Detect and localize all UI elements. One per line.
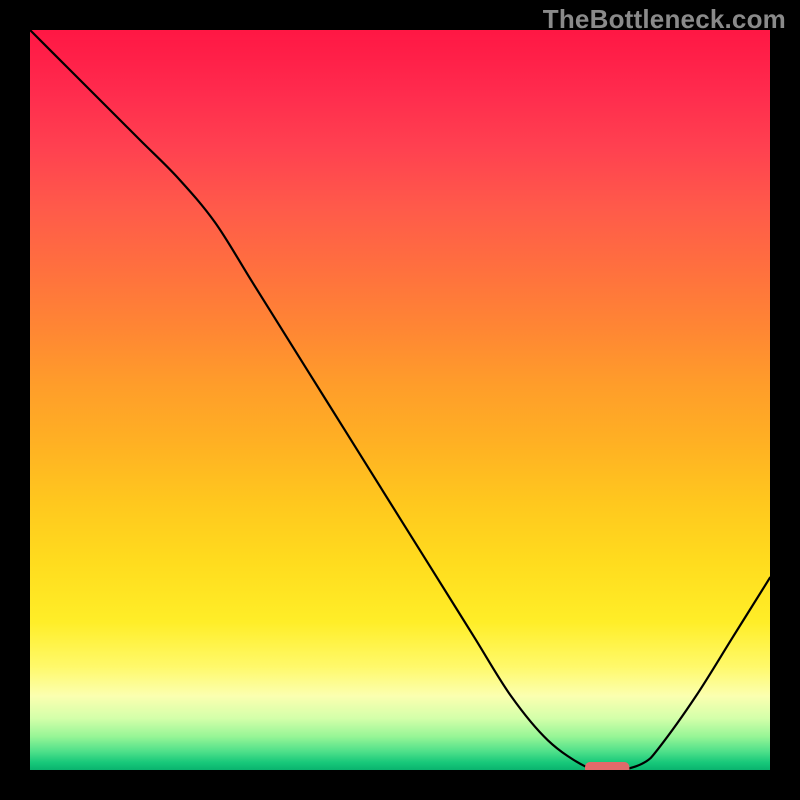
chart-svg xyxy=(30,30,770,770)
optimal-marker xyxy=(585,762,629,770)
plot-area xyxy=(30,30,770,770)
chart-container: TheBottleneck.com xyxy=(0,0,800,800)
